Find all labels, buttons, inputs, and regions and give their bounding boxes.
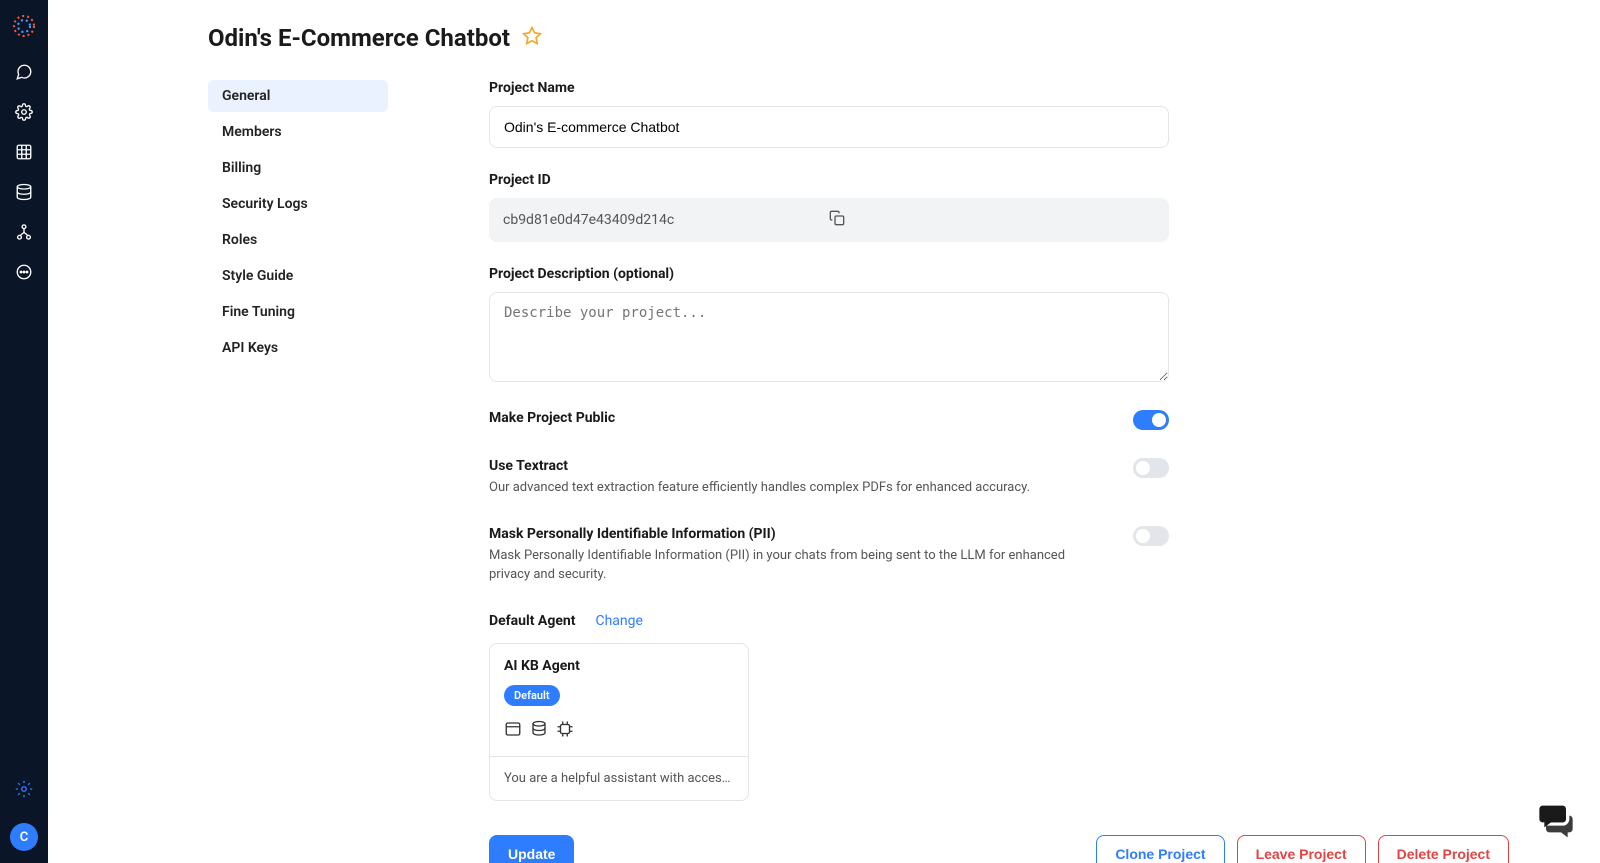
logo-icon xyxy=(12,14,36,38)
tab-style-guide[interactable]: Style Guide xyxy=(208,260,388,292)
agent-chip-icon xyxy=(556,720,574,742)
settings-tabs: General Members Billing Security Logs Ro… xyxy=(208,80,388,364)
mask-pii-toggle[interactable] xyxy=(1133,526,1169,546)
project-id-value: cb9d81e0d47e43409d214c xyxy=(503,212,829,228)
make-public-toggle[interactable] xyxy=(1133,410,1169,430)
update-button[interactable]: Update xyxy=(489,835,574,863)
project-name-input[interactable] xyxy=(489,106,1169,148)
nav-tree-icon[interactable] xyxy=(6,214,42,250)
default-agent-label: Default Agent xyxy=(489,613,575,629)
mask-pii-label: Mask Personally Identifiable Information… xyxy=(489,526,1093,542)
nav-message-icon[interactable] xyxy=(6,254,42,290)
tab-api-keys[interactable]: API Keys xyxy=(208,332,388,364)
agent-panel-icon xyxy=(504,720,522,742)
project-id-display: cb9d81e0d47e43409d214c xyxy=(489,198,1169,242)
use-textract-toggle[interactable] xyxy=(1133,458,1169,478)
user-avatar[interactable]: C xyxy=(10,823,38,851)
nav-settings-icon[interactable] xyxy=(6,771,42,807)
delete-project-button[interactable]: Delete Project xyxy=(1378,835,1509,863)
tab-members[interactable]: Members xyxy=(208,116,388,148)
tab-billing[interactable]: Billing xyxy=(208,152,388,184)
page-title: Odin's E-Commerce Chatbot xyxy=(208,24,510,52)
tab-roles[interactable]: Roles xyxy=(208,224,388,256)
clone-project-button[interactable]: Clone Project xyxy=(1096,835,1224,863)
agent-description: You are a helpful assistant with access … xyxy=(490,756,748,800)
nav-database-icon[interactable] xyxy=(6,174,42,210)
nav-chat-icon[interactable] xyxy=(6,54,42,90)
mask-pii-desc: Mask Personally Identifiable Information… xyxy=(489,546,1093,585)
project-desc-input[interactable] xyxy=(489,292,1169,382)
make-public-label: Make Project Public xyxy=(489,410,1093,426)
chat-widget-icon[interactable] xyxy=(1536,799,1576,839)
use-textract-desc: Our advanced text extraction feature eff… xyxy=(489,478,1093,498)
agent-default-badge: Default xyxy=(504,685,560,706)
tab-fine-tuning[interactable]: Fine Tuning xyxy=(208,296,388,328)
tab-security-logs[interactable]: Security Logs xyxy=(208,188,388,220)
tab-general[interactable]: General xyxy=(208,80,388,112)
favorite-star-icon[interactable] xyxy=(522,26,542,50)
nav-gear-icon[interactable] xyxy=(6,94,42,130)
agent-name: AI KB Agent xyxy=(504,658,734,674)
copy-icon[interactable] xyxy=(829,210,1155,230)
change-agent-link[interactable]: Change xyxy=(595,613,642,629)
project-name-label: Project Name xyxy=(489,80,1169,96)
leave-project-button[interactable]: Leave Project xyxy=(1237,835,1366,863)
agent-database-icon xyxy=(530,720,548,742)
left-nav: C xyxy=(0,0,48,863)
agent-card[interactable]: AI KB Agent Default You are a helpful as… xyxy=(489,643,749,801)
use-textract-label: Use Textract xyxy=(489,458,1093,474)
project-id-label: Project ID xyxy=(489,172,1169,188)
nav-dashboard-icon[interactable] xyxy=(6,134,42,170)
project-desc-label: Project Description (optional) xyxy=(489,266,1169,282)
